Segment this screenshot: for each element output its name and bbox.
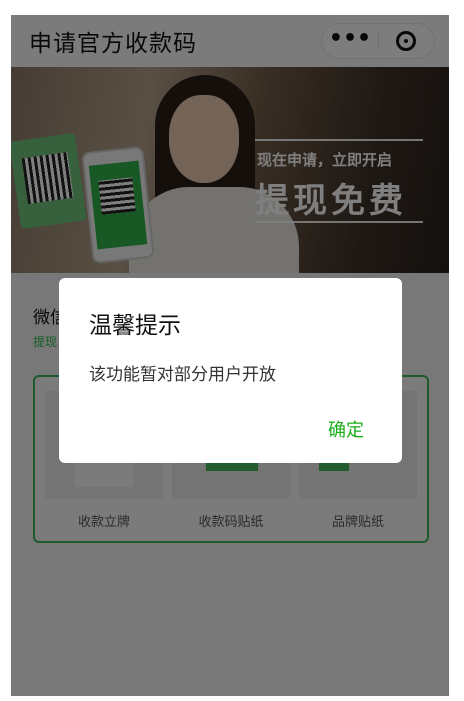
- confirm-button[interactable]: 确定: [328, 416, 364, 442]
- alert-dialog: 温馨提示 该功能暂对部分用户开放 确定: [59, 278, 402, 463]
- dialog-message: 该功能暂对部分用户开放: [89, 365, 276, 385]
- dialog-title: 温馨提示: [89, 313, 181, 339]
